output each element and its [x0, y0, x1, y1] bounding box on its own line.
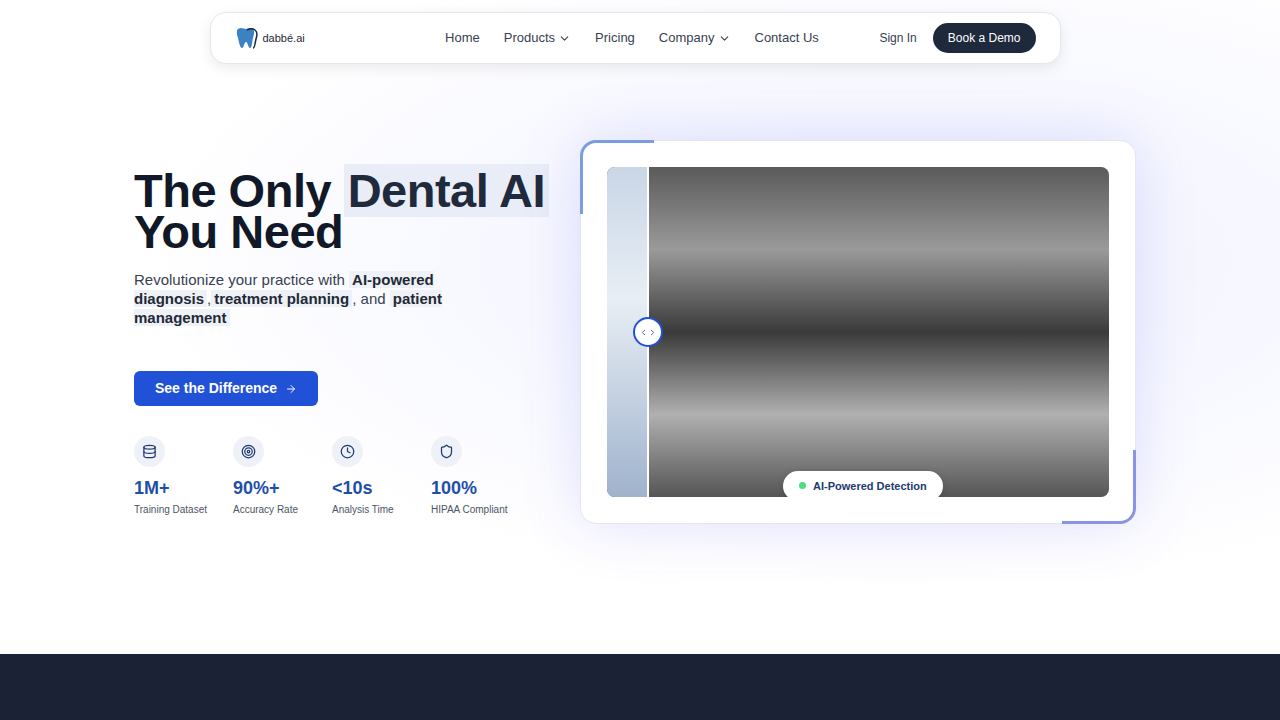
- hero-subtitle: Revolutionize your practice with AI-powe…: [134, 270, 514, 327]
- stat: 90%+Accuracy Rate: [233, 436, 332, 517]
- stat: 100%HIPAA Compliant: [431, 436, 530, 517]
- nav-link[interactable]: Products: [504, 28, 571, 48]
- comparison-card: AI-Powered Detection: [580, 140, 1136, 524]
- page: dabbé.ai Home Products Pricing Company Contac…: [0, 0, 1280, 720]
- sign-in-link[interactable]: Sign In: [879, 29, 916, 47]
- arrow-right-icon: [285, 383, 297, 395]
- navbar: dabbé.ai Home Products Pricing Company Contac…: [210, 12, 1061, 64]
- xray-comparison[interactable]: AI-Powered Detection: [607, 167, 1109, 497]
- see-difference-button[interactable]: See the Difference: [134, 371, 318, 406]
- stat: 1M+Training Dataset: [134, 436, 233, 517]
- detection-badge: AI-Powered Detection: [783, 471, 943, 498]
- chevron-down-icon: [558, 32, 571, 45]
- nav-link[interactable]: Company: [659, 28, 731, 48]
- nav-links: Home Products Pricing Company Contact Us: [425, 28, 880, 48]
- shield-icon: [439, 444, 454, 459]
- book-demo-button[interactable]: Book a Demo: [933, 23, 1036, 53]
- hero-section: dabbé.ai Home Products Pricing Company Contac…: [0, 0, 1280, 654]
- nav-link[interactable]: Pricing: [595, 28, 635, 48]
- target-icon: [241, 444, 256, 459]
- database-icon: [142, 444, 157, 459]
- nav-link[interactable]: Home: [445, 28, 480, 48]
- slider-handle[interactable]: [633, 317, 663, 347]
- tooth-logo-icon: [235, 26, 261, 50]
- chevron-left-icon: [639, 328, 648, 337]
- dark-section: [0, 654, 1280, 720]
- nav-link[interactable]: Contact Us: [755, 28, 819, 48]
- hero: The Only Dental AIYou Need Revolutionize …: [0, 64, 1280, 524]
- hero-title: The Only Dental AIYou Need: [134, 170, 580, 252]
- chevron-down-icon: [718, 32, 731, 45]
- logo[interactable]: dabbé.ai: [235, 26, 425, 50]
- hero-text: The Only Dental AIYou Need Revolutionize …: [134, 140, 580, 524]
- clock-icon: [340, 444, 355, 459]
- chevron-right-icon: [648, 328, 657, 337]
- stat: <10sAnalysis Time: [332, 436, 431, 517]
- stats: 1M+Training Dataset90%+Accuracy Rate<10s…: [134, 436, 580, 517]
